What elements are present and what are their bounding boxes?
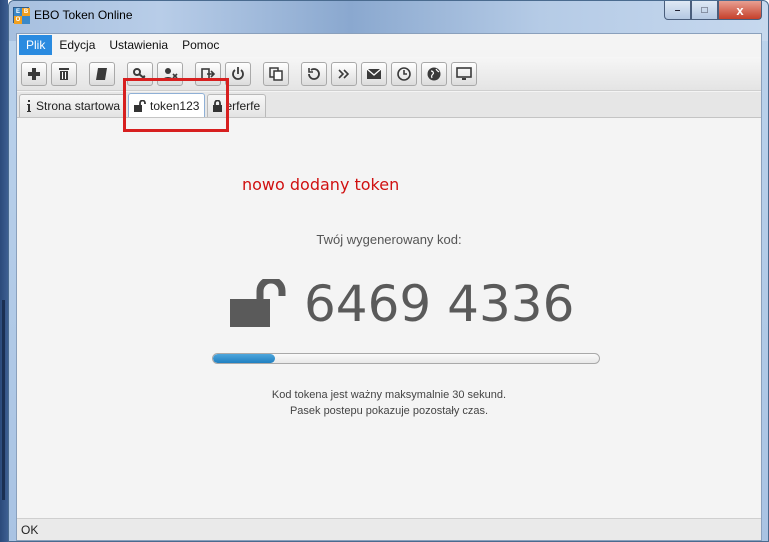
desktop-edge — [0, 0, 8, 542]
tab-strona-startowa[interactable]: Strona startowa — [19, 94, 127, 117]
status-text: OK — [21, 522, 39, 537]
code-label: Twój wygenerowany kod: — [316, 232, 462, 247]
code-display: 6469 4336 — [230, 269, 574, 339]
menu-bar: Plik Edycja Ustawienia Pomoc — [17, 34, 761, 56]
notebook-icon — [96, 67, 107, 80]
menu-pomoc[interactable]: Pomoc — [175, 35, 226, 55]
tab-label: erferfe — [225, 99, 261, 113]
globe-button[interactable] — [421, 61, 447, 86]
forward-button[interactable] — [331, 61, 357, 86]
minimize-button[interactable]: – — [664, 1, 691, 20]
monitor-button[interactable] — [451, 61, 477, 86]
mail-button[interactable] — [361, 61, 387, 86]
trash-icon — [59, 67, 69, 80]
delete-button[interactable] — [51, 61, 77, 86]
tab-label: Strona startowa — [36, 99, 121, 113]
forward-icon — [338, 68, 350, 79]
close-button[interactable]: x — [718, 1, 762, 20]
progress-fill — [213, 354, 275, 363]
validity-info: Kod tokena jest ważny maksymalnie 30 sek… — [271, 389, 507, 401]
window-controls: – □ x — [664, 1, 762, 21]
mail-icon — [366, 68, 382, 79]
progress-info: Pasek postepu pokazuje pozostały czas. — [289, 405, 489, 417]
token-code[interactable]: 6469 4336 — [304, 275, 574, 333]
maximize-button[interactable]: □ — [691, 1, 718, 20]
menu-ustawienia[interactable]: Ustawienia — [102, 35, 175, 55]
globe-icon — [427, 67, 441, 80]
status-bar: OK — [17, 518, 761, 540]
new-token-highlight — [123, 78, 229, 132]
monitor-icon — [456, 66, 472, 80]
add-icon — [28, 67, 40, 80]
history-button[interactable] — [301, 61, 327, 86]
clock-button[interactable] — [391, 61, 417, 86]
notebook-button[interactable] — [89, 61, 115, 86]
menu-plik[interactable]: Plik — [19, 35, 53, 55]
power-icon — [232, 66, 244, 80]
new-token-annotation: nowo dodany token — [242, 175, 400, 194]
app-logo-icon: EBO — [13, 7, 30, 24]
copy-icon — [269, 66, 283, 81]
menu-edycja[interactable]: Edycja — [52, 35, 102, 55]
desktop-edge-strip — [2, 300, 5, 500]
unlock-icon — [230, 276, 296, 330]
token-view: nowo dodany token Twój wygenerowany kod:… — [17, 119, 761, 518]
history-icon — [308, 67, 320, 80]
copy-button[interactable] — [263, 61, 289, 86]
add-token-button[interactable] — [21, 61, 47, 86]
window-title: EBO Token Online — [34, 8, 133, 22]
info-icon — [25, 100, 33, 112]
clock-icon — [397, 66, 411, 81]
progress-bar — [212, 353, 600, 364]
